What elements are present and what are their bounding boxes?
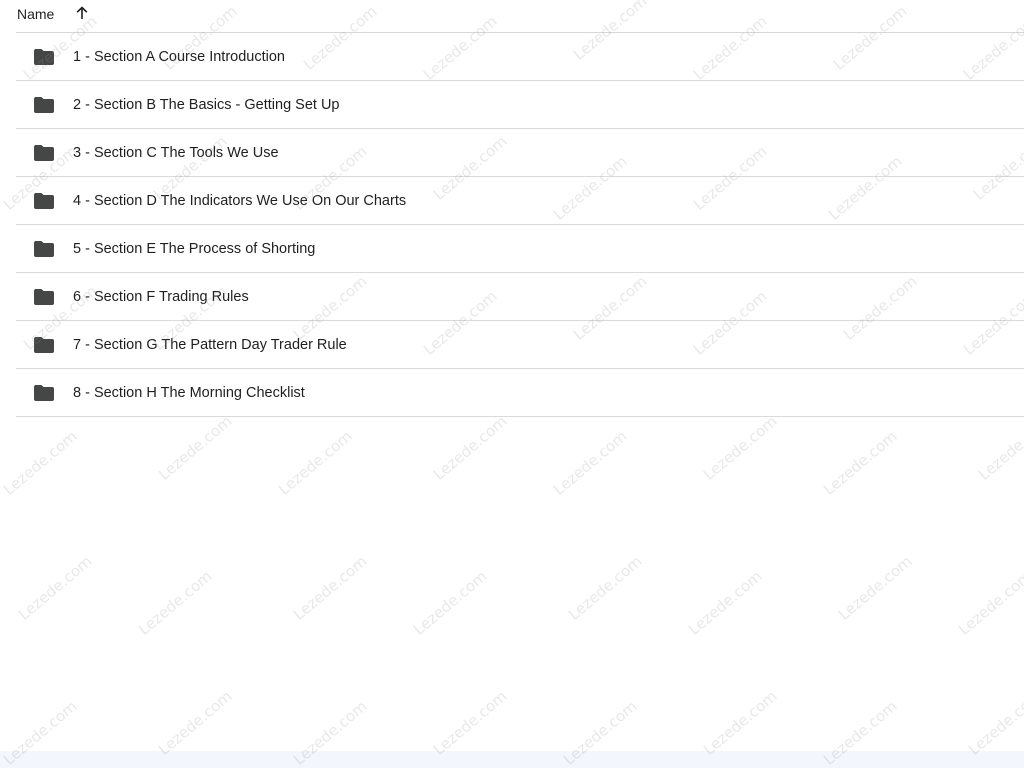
folder-name: 8 - Section H The Morning Checklist: [73, 384, 305, 401]
folder-name: 7 - Section G The Pattern Day Trader Rul…: [73, 336, 347, 353]
folder-icon: [32, 93, 56, 117]
watermark: Lezede.com: [820, 427, 901, 499]
arrow-up-icon[interactable]: [72, 3, 92, 23]
watermark: Lezede.com: [550, 427, 631, 499]
watermark: Lezede.com: [290, 552, 371, 624]
folder-row[interactable]: 4 - Section D The Indicators We Use On O…: [16, 177, 1024, 225]
file-list-header: Name: [16, 0, 1024, 33]
watermark: Lezede.com: [430, 412, 511, 484]
watermark: Lezede.com: [700, 687, 781, 759]
watermark: Lezede.com: [15, 552, 96, 624]
watermark: Lezede.com: [835, 552, 916, 624]
folder-name: 1 - Section A Course Introduction: [73, 48, 285, 65]
folder-row[interactable]: 1 - Section A Course Introduction: [16, 33, 1024, 81]
watermark: Lezede.com: [565, 552, 646, 624]
watermark: Lezede.com: [135, 567, 216, 639]
folder-row[interactable]: 8 - Section H The Morning Checklist: [16, 369, 1024, 417]
folder-icon: [32, 381, 56, 405]
watermark: Lezede.com: [955, 567, 1024, 639]
watermark: Lezede.com: [155, 412, 236, 484]
folder-name: 4 - Section D The Indicators We Use On O…: [73, 192, 407, 209]
watermark: Lezede.com: [700, 412, 781, 484]
watermark: Lezede.com: [430, 687, 511, 759]
bottom-strip: [0, 751, 1024, 768]
folder-name: 3 - Section C The Tools We Use: [73, 144, 279, 161]
folder-icon: [32, 141, 56, 165]
folder-row[interactable]: 7 - Section G The Pattern Day Trader Rul…: [16, 321, 1024, 369]
watermark: Lezede.com: [685, 567, 766, 639]
folder-name: 2 - Section B The Basics - Getting Set U…: [73, 96, 340, 113]
watermark: Lezede.com: [155, 687, 236, 759]
folder-name: 6 - Section F Trading Rules: [73, 288, 249, 305]
folder-icon: [32, 237, 56, 261]
name-column-label: Name: [17, 5, 55, 22]
name-column-header[interactable]: Name: [16, 0, 92, 32]
folder-row[interactable]: 5 - Section E The Process of Shorting: [16, 225, 1024, 273]
watermark: Lezede.com: [0, 427, 81, 499]
folder-icon: [32, 285, 56, 309]
watermark: Lezede.com: [965, 687, 1024, 759]
folder-row[interactable]: 2 - Section B The Basics - Getting Set U…: [16, 81, 1024, 129]
watermark: Lezede.com: [410, 567, 491, 639]
folder-icon: [32, 45, 56, 69]
watermark: Lezede.com: [975, 412, 1024, 484]
folder-icon: [32, 189, 56, 213]
folder-list: 1 - Section A Course Introduction 2 - Se…: [16, 33, 1024, 417]
folder-row[interactable]: 3 - Section C The Tools We Use: [16, 129, 1024, 177]
folder-row[interactable]: 6 - Section F Trading Rules: [16, 273, 1024, 321]
watermark: Lezede.com: [275, 427, 356, 499]
folder-name: 5 - Section E The Process of Shorting: [73, 240, 316, 257]
folder-icon: [32, 333, 56, 357]
